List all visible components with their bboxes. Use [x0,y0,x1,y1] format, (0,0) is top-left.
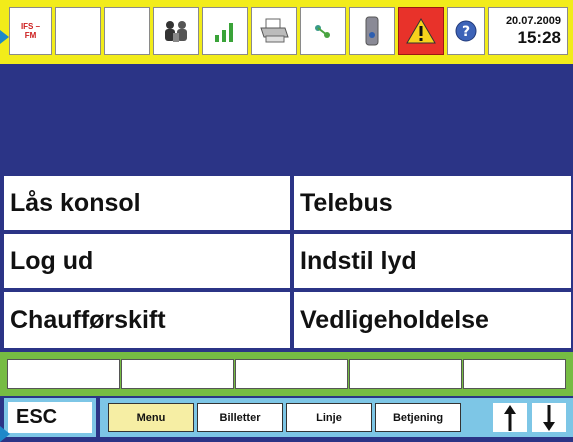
help-icon[interactable]: ? [447,7,485,55]
menu-button-driver-change[interactable]: Chaufførskift [2,290,292,350]
network-icon[interactable] [300,7,346,55]
status-slot-empty-2 [104,7,150,55]
ifs-label-line2: FM [24,31,37,40]
date-label: 20.07.2009 [505,14,561,27]
function-slot-1[interactable] [7,359,120,389]
function-slot-2[interactable] [121,359,234,389]
function-key-row [0,352,573,396]
function-slot-5[interactable] [463,359,566,389]
status-bar: IFS – FM ? 20.07.2009 15:28 [0,0,573,64]
bottom-left-marker-icon [0,426,10,442]
arrow-down-icon[interactable] [532,403,566,432]
menu-button-log-out[interactable]: Log ud [2,232,292,290]
arrow-up-icon[interactable] [493,403,527,432]
date-time-display: 20.07.2009 15:28 [488,7,568,55]
tab-menu[interactable]: Menu [108,403,194,432]
tab-bar: Menu Billetter Linje Betjening [100,398,573,437]
device-icon[interactable] [349,7,395,55]
svg-text:?: ? [462,24,470,40]
printer-icon[interactable] [251,7,297,55]
message-area [0,64,573,172]
menu-button-telebus[interactable]: Telebus [292,174,573,232]
function-slot-4[interactable] [349,359,462,389]
status-slot-empty-1 [55,7,101,55]
ifs-fm-indicator: IFS – FM [9,7,52,55]
menu-button-lock-console[interactable]: Lås konsol [2,174,292,232]
bottom-bar: ESC Menu Billetter Linje Betjening [0,396,573,441]
esc-button[interactable]: ESC [4,398,96,437]
menu-grid: Lås konsol Telebus Log ud Indstil lyd Ch… [0,172,573,352]
tab-betjening[interactable]: Betjening [375,403,461,432]
function-slot-3[interactable] [235,359,348,389]
left-edge-marker-icon [0,30,9,44]
menu-button-sound-settings[interactable]: Indstil lyd [292,232,573,290]
time-label: 15:28 [517,27,561,47]
signal-icon[interactable] [202,7,248,55]
people-icon[interactable] [153,7,199,55]
tab-billetter[interactable]: Billetter [197,403,283,432]
menu-button-maintenance[interactable]: Vedligeholdelse [292,290,573,350]
warning-icon[interactable] [398,7,444,55]
ifs-label-line1: IFS – [20,22,41,31]
tab-linje[interactable]: Linje [286,403,372,432]
